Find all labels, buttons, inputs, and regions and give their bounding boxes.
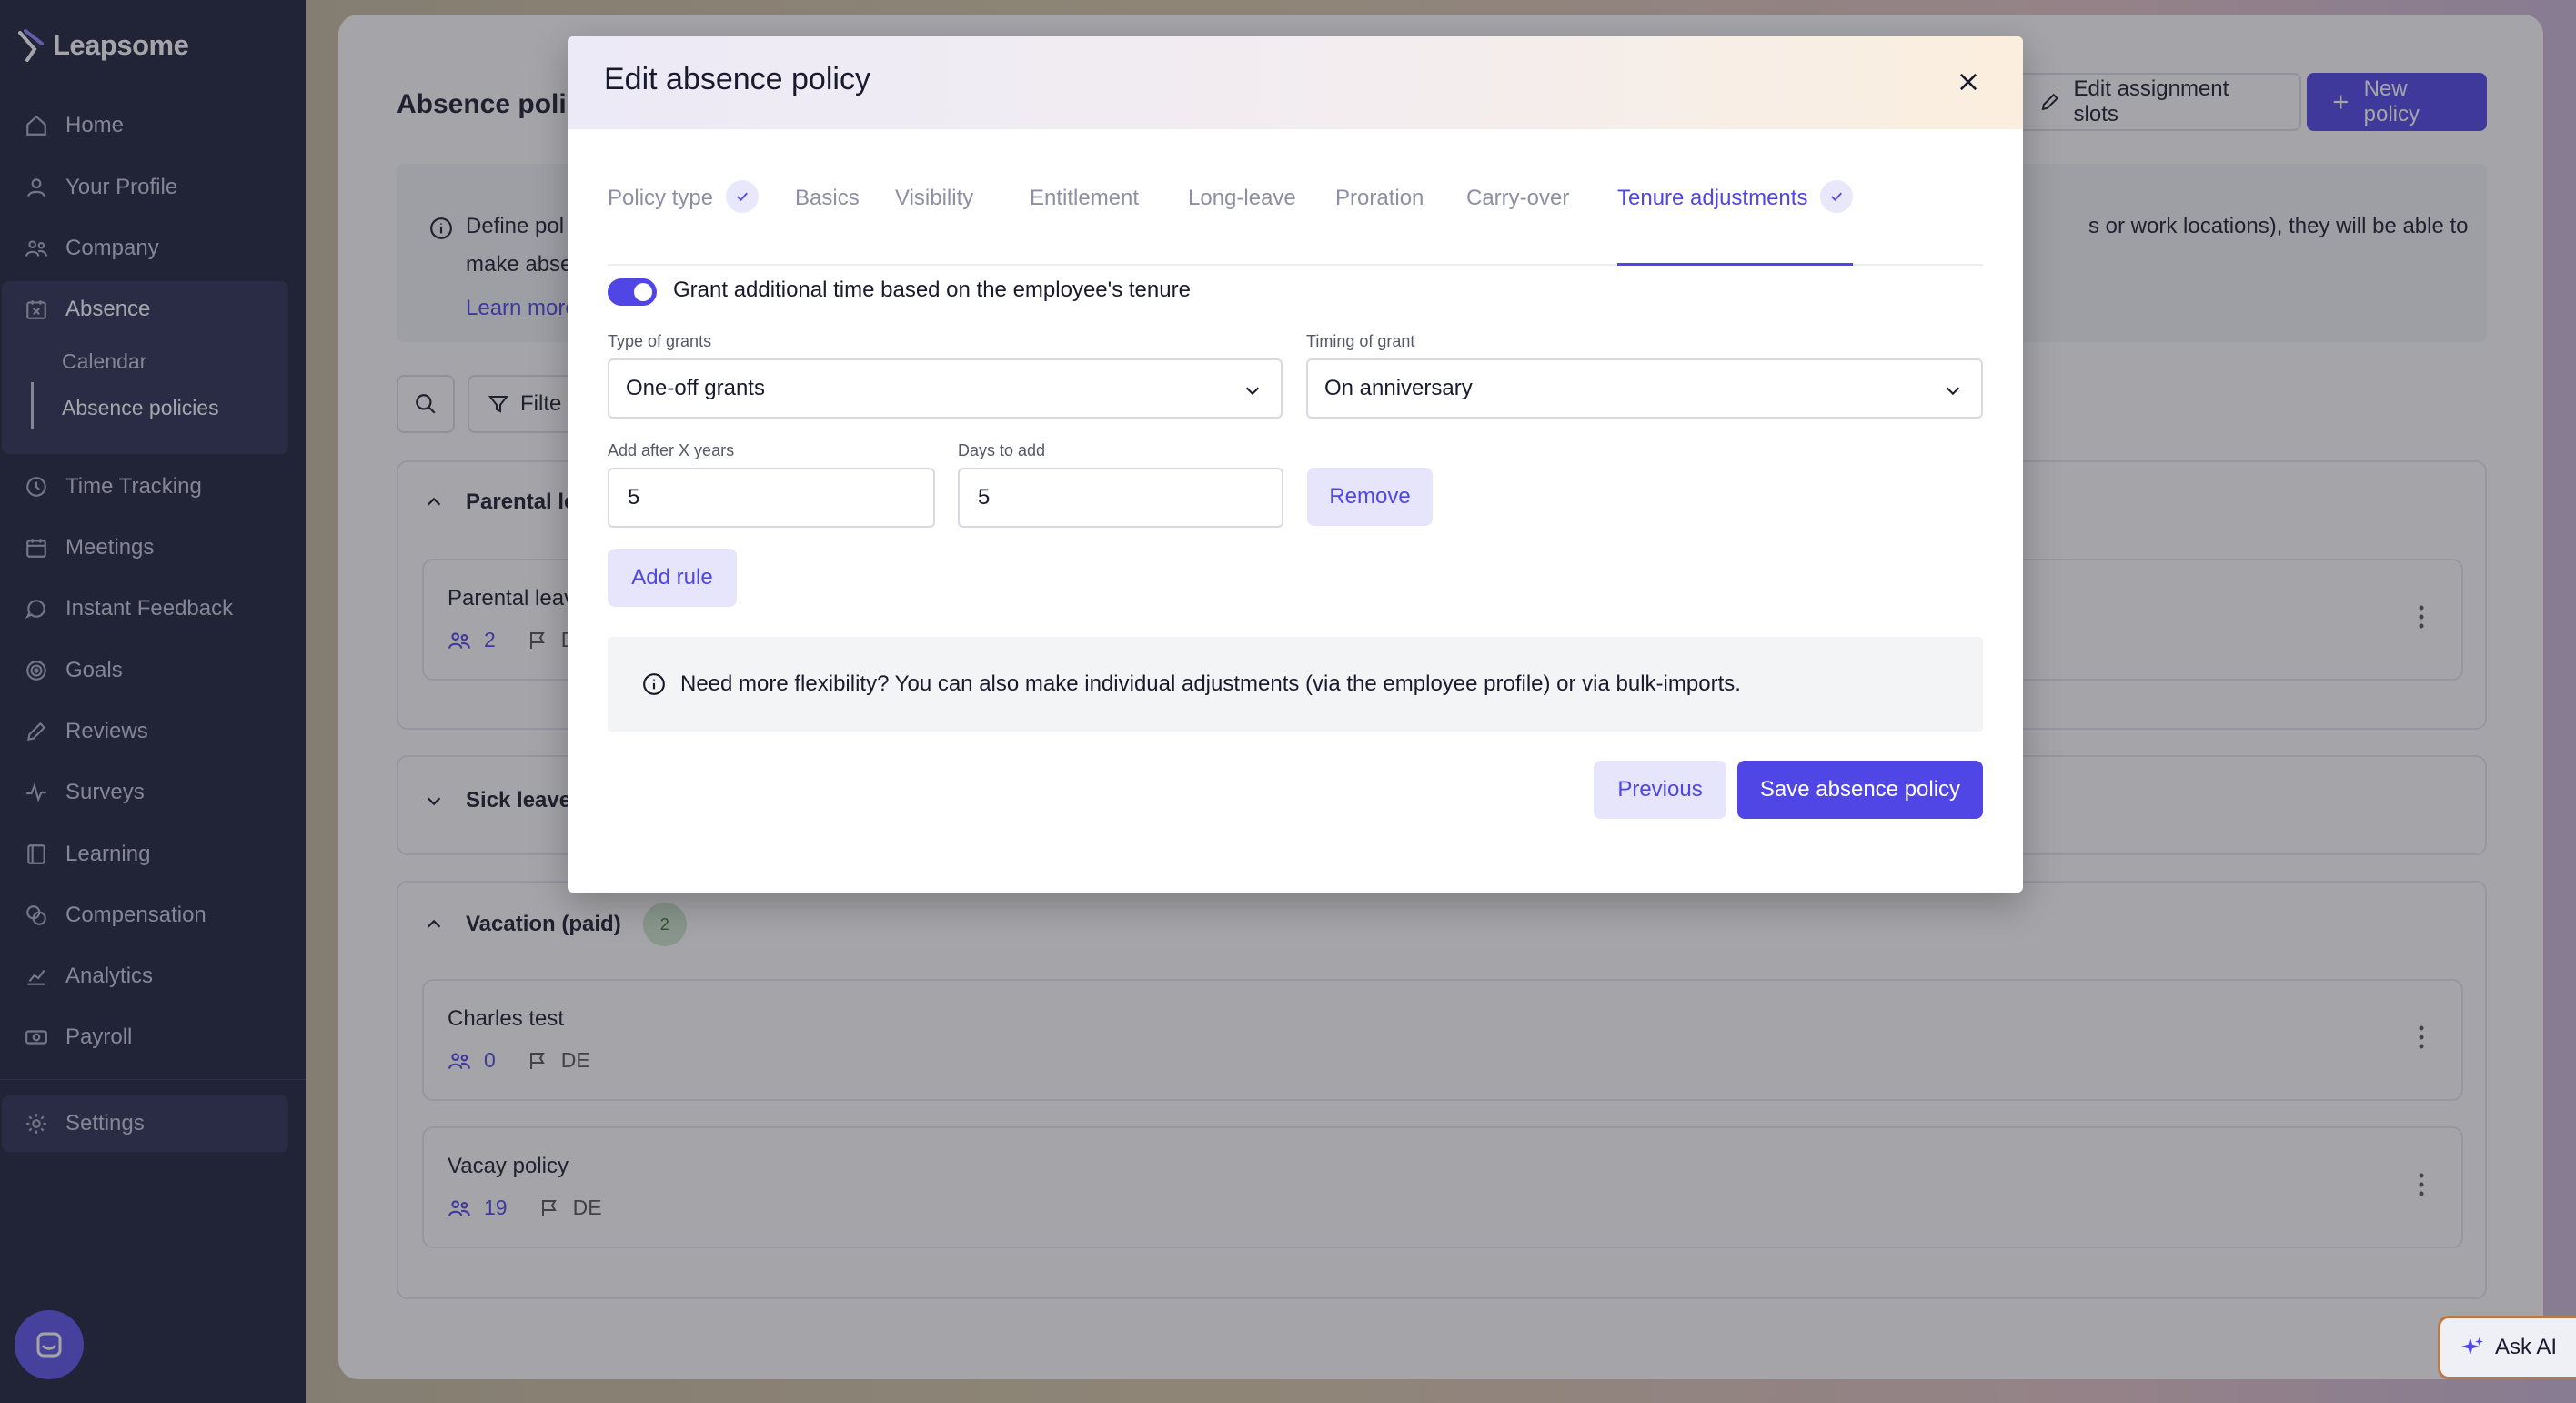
tab-basics[interactable]: Basics	[795, 175, 860, 266]
ask-ai-label: Ask AI	[2495, 1335, 2558, 1359]
sparkle-icon	[2461, 1337, 2483, 1356]
tab-long-leave[interactable]: Long-leave	[1188, 175, 1296, 266]
type-of-grants-value: One-off grants	[626, 376, 765, 400]
tenure-grant-toggle-label: Grant additional time based on the emplo…	[673, 278, 1191, 302]
tab-entitlement[interactable]: Entitlement	[1030, 175, 1139, 266]
tab-tenure-adjustments[interactable]: Tenure adjustments	[1617, 175, 1854, 266]
wizard-tabs: Policy type Basics Visibility Entitlemen…	[608, 175, 1983, 266]
close-icon	[1959, 73, 1977, 91]
type-of-grants-label: Type of grants	[608, 332, 712, 350]
tab-label: Policy type	[608, 186, 714, 210]
chevron-down-icon	[1245, 387, 1260, 396]
type-of-grants-select[interactable]: One-off grants	[608, 358, 1283, 419]
add-rule-button[interactable]: Add rule	[608, 549, 737, 607]
add-after-years-input[interactable]	[608, 468, 935, 528]
flexibility-note-text: Need more flexibility? You can also make…	[680, 671, 1741, 696]
tab-label: Long-leave	[1188, 186, 1296, 210]
remove-rule-button[interactable]: Remove	[1307, 468, 1433, 526]
tab-label: Carry-over	[1466, 186, 1570, 210]
tab-proration[interactable]: Proration	[1335, 175, 1424, 266]
modal-header: Edit absence policy	[568, 36, 2023, 129]
days-to-add-input[interactable]	[958, 468, 1283, 528]
tab-visibility[interactable]: Visibility	[895, 175, 973, 266]
check-icon	[726, 180, 760, 213]
days-to-add-label: Days to add	[958, 441, 1046, 459]
timing-of-grant-label: Timing of grant	[1306, 332, 1415, 350]
save-absence-policy-button[interactable]: Save absence policy	[1737, 761, 1983, 819]
ask-ai-button[interactable]: Ask AI	[2438, 1316, 2576, 1379]
tab-label: Basics	[795, 186, 860, 210]
close-button[interactable]	[1950, 64, 1987, 100]
tab-label: Tenure adjustments	[1617, 186, 1808, 210]
tab-label: Proration	[1335, 186, 1424, 210]
previous-button[interactable]: Previous	[1594, 761, 1726, 819]
tab-carry-over[interactable]: Carry-over	[1466, 175, 1569, 266]
tab-policy-type[interactable]: Policy type	[608, 175, 760, 266]
tab-label: Visibility	[895, 186, 974, 210]
tab-label: Entitlement	[1030, 186, 1140, 210]
tenure-grant-toggle[interactable]	[608, 278, 657, 306]
add-after-years-label: Add after X years	[608, 441, 735, 459]
flexibility-note: Need more flexibility? You can also make…	[608, 637, 1983, 732]
info-icon	[643, 673, 665, 695]
timing-of-grant-select[interactable]: On anniversary	[1306, 358, 1983, 419]
timing-of-grant-value: On anniversary	[1324, 376, 1473, 400]
chevron-down-icon	[1946, 387, 1960, 396]
check-icon	[1820, 180, 1854, 213]
edit-absence-policy-modal: Edit absence policy Policy type Basics V…	[568, 36, 2023, 893]
modal-title: Edit absence policy	[604, 62, 870, 96]
